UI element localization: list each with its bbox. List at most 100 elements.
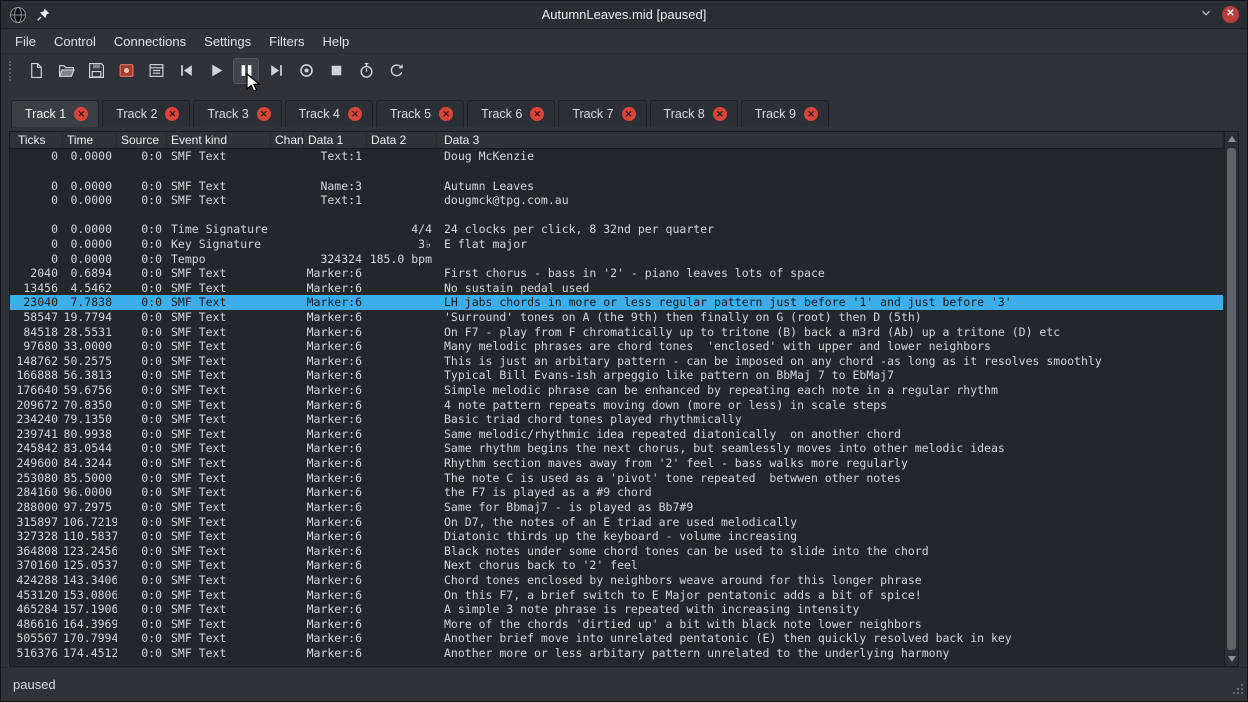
- tab-close-icon[interactable]: ✕: [530, 107, 544, 121]
- event-row[interactable]: 23424079.13500:0SMF TextMarker:6Basic tr…: [10, 412, 1223, 427]
- menu-help[interactable]: Help: [314, 30, 359, 53]
- tab-close-icon[interactable]: ✕: [348, 107, 362, 121]
- event-row[interactable]: 28800097.29750:0SMF TextMarker:6Same for…: [10, 500, 1223, 515]
- cell-time: 153.0806: [63, 588, 117, 602]
- record-button[interactable]: [293, 58, 319, 84]
- event-row[interactable]: 28416096.00000:0SMF TextMarker:6the F7 i…: [10, 485, 1223, 500]
- scroll-down-icon[interactable]: [1225, 652, 1238, 666]
- menu-filters[interactable]: Filters: [260, 30, 313, 53]
- column-header-data-3[interactable]: Data 3: [437, 132, 1223, 148]
- menu-connections[interactable]: Connections: [105, 30, 195, 53]
- scrollbar-track[interactable]: [1225, 146, 1238, 652]
- resize-grip-icon[interactable]: [1231, 682, 1244, 698]
- tab-close-icon[interactable]: ✕: [74, 107, 88, 121]
- vertical-scrollbar[interactable]: [1224, 132, 1238, 666]
- column-header-chan[interactable]: Chan: [271, 132, 304, 148]
- event-row[interactable]: 16688856.38130:0SMF TextMarker:6Typical …: [10, 368, 1223, 383]
- cell-ticks: 0: [10, 252, 63, 266]
- event-row[interactable]: 20967270.83500:0SMF TextMarker:64 note p…: [10, 397, 1223, 412]
- event-row[interactable]: [10, 207, 1223, 222]
- tab-track-9[interactable]: Track 9✕: [741, 100, 829, 127]
- column-header-data-1[interactable]: Data 1: [304, 132, 367, 148]
- repeat-button[interactable]: [383, 58, 409, 84]
- event-row[interactable]: 23974180.99380:0SMF TextMarker:6Same mel…: [10, 427, 1223, 442]
- titlebar[interactable]: AutumnLeaves.mid [paused] ✕: [1, 1, 1247, 29]
- column-header-source[interactable]: Source: [117, 132, 167, 148]
- column-header-data-2[interactable]: Data 2: [367, 132, 437, 148]
- new-button[interactable]: [23, 58, 49, 84]
- event-row[interactable]: 5854719.77940:0SMF TextMarker:6'Surround…: [10, 310, 1223, 325]
- event-row[interactable]: 465284157.19060:0SMF TextMarker:6A simpl…: [10, 602, 1223, 617]
- event-row[interactable]: 00.00000:0SMF TextText:1Doug McKenzie: [10, 149, 1223, 164]
- column-header-ticks[interactable]: Ticks: [10, 132, 63, 148]
- tab-track-1[interactable]: Track 1✕: [11, 100, 99, 127]
- event-row[interactable]: 00.00000:0SMF TextText:1dougmck@tpg.com.…: [10, 193, 1223, 208]
- event-row[interactable]: 14876250.25750:0SMF TextMarker:6This is …: [10, 354, 1223, 369]
- tab-close-icon[interactable]: ✕: [165, 107, 179, 121]
- event-row[interactable]: 17664059.67560:0SMF TextMarker:6Simple m…: [10, 383, 1223, 398]
- event-row[interactable]: 134564.54620:0SMF TextMarker:6No sustain…: [10, 280, 1223, 295]
- event-row[interactable]: 00.00000:0SMF TextName:3Autumn Leaves: [10, 178, 1223, 193]
- tab-track-2[interactable]: Track 2✕: [102, 100, 190, 127]
- pause-button[interactable]: [233, 58, 259, 84]
- event-row[interactable]: [10, 164, 1223, 179]
- tabbar: Track 1✕Track 2✕Track 3✕Track 4✕Track 5✕…: [1, 87, 1247, 131]
- pin-icon[interactable]: [36, 7, 51, 22]
- toolbar-handle[interactable]: [9, 61, 15, 81]
- event-row[interactable]: 25308085.50000:0SMF TextMarker:6The note…: [10, 470, 1223, 485]
- menu-file[interactable]: File: [6, 30, 45, 53]
- event-row[interactable]: 370160125.05370:0SMF TextMarker:6Next ch…: [10, 558, 1223, 573]
- event-row[interactable]: 8451828.55310:0SMF TextMarker:6On F7 - p…: [10, 324, 1223, 339]
- save-button[interactable]: [83, 58, 109, 84]
- column-header-event-kind[interactable]: Event kind: [167, 132, 271, 148]
- event-row[interactable]: 00.00000:0Tempo324324185.0 bpm: [10, 251, 1223, 266]
- stop-button[interactable]: [323, 58, 349, 84]
- record-to-file-button[interactable]: [113, 58, 139, 84]
- play-button[interactable]: [203, 58, 229, 84]
- event-row[interactable]: 24960084.32440:0SMF TextMarker:6Rhythm s…: [10, 456, 1223, 471]
- event-list-button[interactable]: [143, 58, 169, 84]
- event-row[interactable]: 00.00000:0Key Signature3♭E flat major: [10, 237, 1223, 252]
- table-header[interactable]: TicksTimeSourceEvent kindChanData 1Data …: [10, 132, 1223, 149]
- tab-track-6[interactable]: Track 6✕: [467, 100, 555, 127]
- event-row[interactable]: 9768033.00000:0SMF TextMarker:6Many melo…: [10, 339, 1223, 354]
- event-row[interactable]: 315897106.72190:0SMF TextMarker:6On D7, …: [10, 514, 1223, 529]
- event-row[interactable]: 516376174.45120:0SMF TextMarker:6Another…: [10, 646, 1223, 661]
- cell-source: 0:0: [117, 252, 167, 266]
- column-header-time[interactable]: Time: [63, 132, 117, 148]
- event-row[interactable]: 424288143.34060:0SMF TextMarker:6Chord t…: [10, 573, 1223, 588]
- menu-settings[interactable]: Settings: [195, 30, 260, 53]
- tab-track-3[interactable]: Track 3✕: [193, 100, 281, 127]
- scrollbar-thumb[interactable]: [1227, 148, 1236, 650]
- cell-event-kind: SMF Text: [167, 398, 271, 412]
- event-row[interactable]: 20400.68940:0SMF TextMarker:6First choru…: [10, 266, 1223, 281]
- tab-close-icon[interactable]: ✕: [439, 107, 453, 121]
- event-row[interactable]: 24584283.05440:0SMF TextMarker:6Same rhy…: [10, 441, 1223, 456]
- cell-time: 50.2575: [63, 354, 117, 368]
- event-row[interactable]: 453120153.08060:0SMF TextMarker:6On this…: [10, 587, 1223, 602]
- close-icon[interactable]: ✕: [1222, 6, 1239, 23]
- event-row[interactable]: 486616164.39690:0SMF TextMarker:6More of…: [10, 617, 1223, 632]
- event-row[interactable]: 327328110.58370:0SMF TextMarker:6Diatoni…: [10, 529, 1223, 544]
- tab-close-icon[interactable]: ✕: [804, 107, 818, 121]
- event-row[interactable]: 505567170.79940:0SMF TextMarker:6Another…: [10, 631, 1223, 646]
- timer-button[interactable]: [353, 58, 379, 84]
- scroll-up-icon[interactable]: [1225, 132, 1238, 146]
- skip-backward-button[interactable]: [173, 58, 199, 84]
- cell-data-3: dougmck@tpg.com.au: [437, 193, 1223, 207]
- menu-control[interactable]: Control: [45, 30, 105, 53]
- cell-data-3: A simple 3 note phrase is repeated with …: [437, 602, 1223, 616]
- tab-close-icon[interactable]: ✕: [257, 107, 271, 121]
- tab-track-4[interactable]: Track 4✕: [285, 100, 373, 127]
- event-row-selected[interactable]: 230407.78380:0SMF TextMarker:6LH jabs ch…: [10, 295, 1223, 310]
- tab-close-icon[interactable]: ✕: [713, 107, 727, 121]
- skip-forward-button[interactable]: [263, 58, 289, 84]
- event-row[interactable]: 364808123.24560:0SMF TextMarker:6Black n…: [10, 543, 1223, 558]
- tab-close-icon[interactable]: ✕: [622, 107, 636, 121]
- tab-track-8[interactable]: Track 8✕: [650, 100, 738, 127]
- open-button[interactable]: [53, 58, 79, 84]
- tab-track-5[interactable]: Track 5✕: [376, 100, 464, 127]
- event-row[interactable]: 00.00000:0Time Signature4/424 clocks per…: [10, 222, 1223, 237]
- shade-icon[interactable]: [1199, 6, 1213, 23]
- tab-track-7[interactable]: Track 7✕: [558, 100, 646, 127]
